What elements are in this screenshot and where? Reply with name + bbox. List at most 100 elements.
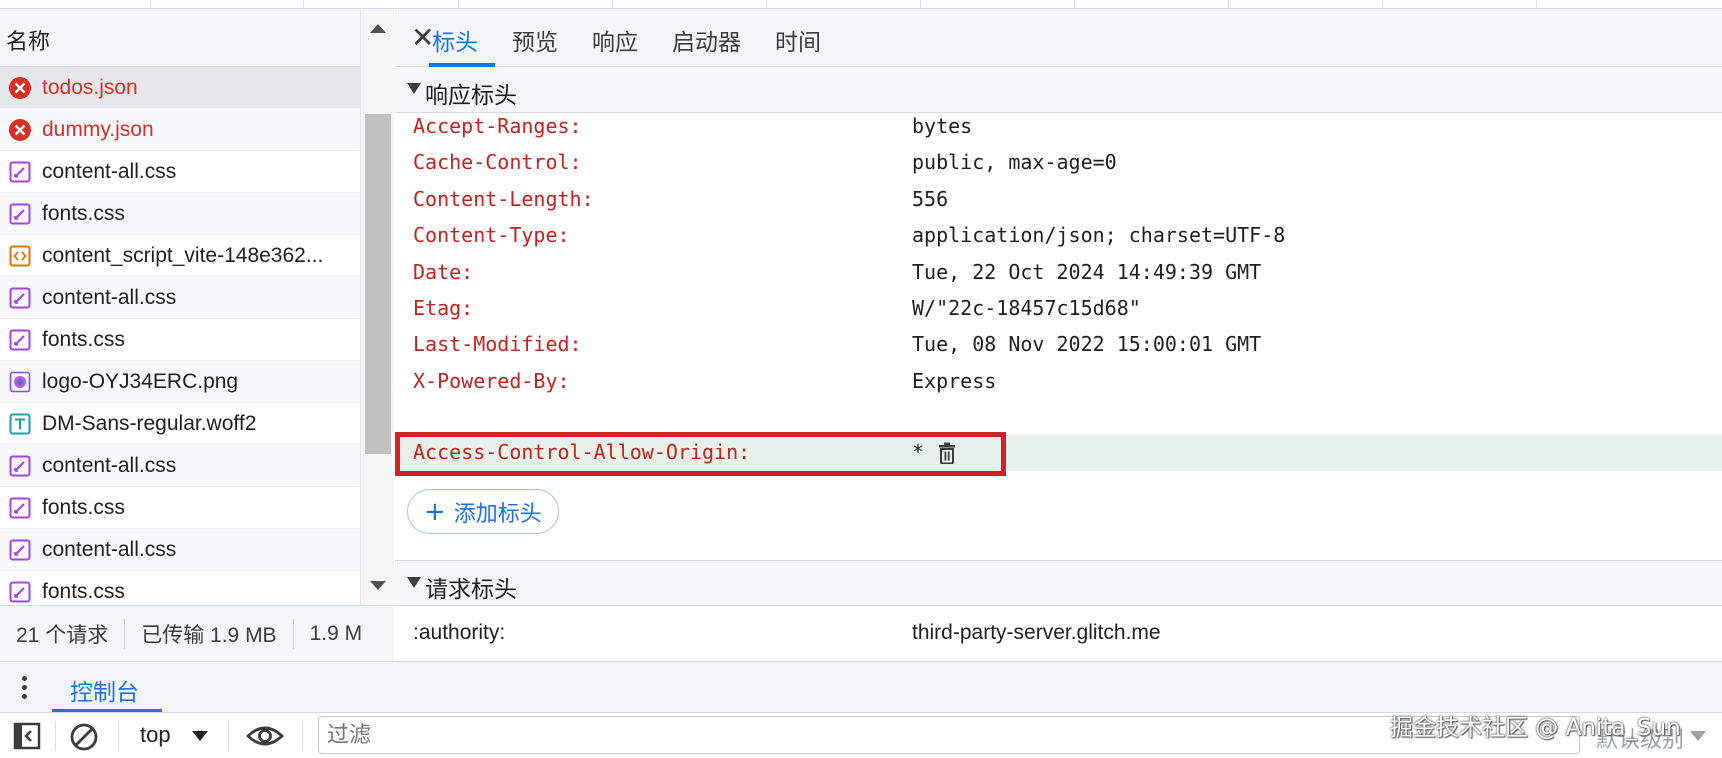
- context-value: top: [140, 722, 171, 747]
- header-name: Cache-Control:: [413, 150, 582, 175]
- response-headers-section[interactable]: 响应标头: [395, 67, 1722, 113]
- image-icon: [8, 370, 32, 394]
- collapse-triangle-icon: [407, 577, 421, 588]
- request-name: content-all.css: [42, 537, 177, 561]
- close-icon[interactable]: ✕: [411, 21, 434, 54]
- header-name: Etag:: [413, 296, 474, 320]
- column-divider: [303, 0, 304, 8]
- request-row[interactable]: logo-OYJ34ERC.png: [0, 361, 360, 403]
- tab-initiator[interactable]: 启动器: [672, 23, 741, 57]
- stylesheet-icon: [8, 328, 32, 352]
- request-row[interactable]: content_script_vite-148e362...: [0, 235, 360, 277]
- scroll-thumb[interactable]: [365, 114, 391, 454]
- chevron-down-icon: [1690, 731, 1706, 741]
- column-divider: [612, 0, 613, 8]
- header-value: application/json; charset=UTF-8: [912, 223, 1286, 248]
- header-value: Tue, 22 Oct 2024 14:49:39 GMT: [912, 259, 1262, 284]
- column-divider: [766, 0, 767, 8]
- stylesheet-icon: [8, 496, 32, 520]
- request-name: fonts.css: [42, 201, 125, 225]
- column-divider: [1228, 0, 1229, 8]
- toolbar-divider: [228, 721, 229, 751]
- stylesheet-icon: [8, 202, 32, 226]
- add-header-label: 添加标头: [453, 501, 542, 527]
- request-name: content-all.css: [42, 453, 177, 477]
- response-header-row: Content-Type: application/json; charset=U…: [395, 218, 1722, 254]
- request-name: content-all.css: [42, 159, 177, 183]
- request-row[interactable]: fonts.css: [0, 193, 360, 235]
- add-header-button[interactable]: + 添加标头: [407, 489, 559, 534]
- request-row[interactable]: content-all.css: [0, 277, 360, 319]
- header-name: Date:: [413, 259, 474, 284]
- tab-console[interactable]: 控制台: [70, 673, 139, 707]
- detail-tabs: ✕ 标头 预览 响应 启动器 时间: [395, 9, 1722, 67]
- more-options-icon[interactable]: [20, 673, 28, 703]
- header-name: Content-Type:: [413, 223, 570, 248]
- header-value: Tue, 08 Nov 2022 15:00:01 GMT: [912, 332, 1262, 357]
- response-header-row: Cache-Control: public, max-age=0: [395, 145, 1722, 181]
- header-name: Accept-Ranges:: [413, 114, 582, 138]
- response-header-row: Etag: W/"22c-18457c15d68": [395, 291, 1722, 327]
- column-divider: [458, 0, 459, 8]
- font-icon: [8, 412, 32, 436]
- plus-icon: +: [424, 496, 446, 527]
- request-count: 21 个请求: [0, 618, 126, 649]
- request-row[interactable]: todos.json: [0, 67, 360, 109]
- tab-preview[interactable]: 预览: [512, 23, 558, 57]
- chevron-down-icon: [192, 731, 208, 741]
- request-row[interactable]: content-all.css: [0, 151, 360, 193]
- drawer-tab-bar: 控制台: [0, 661, 1722, 713]
- request-name: logo-OYJ34ERC.png: [42, 369, 239, 393]
- request-headers-section[interactable]: 请求标头: [395, 560, 1722, 606]
- column-divider: [1536, 0, 1537, 8]
- request-list-scrollbar[interactable]: [360, 9, 394, 605]
- request-row[interactable]: DM-Sans-regular.woff2: [0, 403, 360, 445]
- toolbar-divider: [302, 721, 303, 751]
- request-name: fonts.css: [42, 495, 125, 519]
- column-divider: [920, 0, 921, 8]
- stylesheet-icon: [8, 580, 32, 604]
- tab-timing[interactable]: 时间: [775, 23, 821, 57]
- request-row[interactable]: content-all.css: [0, 445, 360, 487]
- eye-icon[interactable]: [246, 722, 284, 750]
- request-row[interactable]: fonts.css: [0, 487, 360, 529]
- header-name: Content-Length:: [413, 186, 594, 211]
- scroll-up-arrow[interactable]: [370, 24, 386, 33]
- collapse-triangle-icon: [407, 83, 421, 94]
- stylesheet-icon: [8, 538, 32, 562]
- response-headers-title: 响应标头: [425, 83, 517, 109]
- name-column-header[interactable]: 名称: [0, 9, 360, 67]
- response-header-row: X-Powered-By: Express: [395, 364, 1722, 400]
- request-list-panel: 名称 todos.json dummy.json content-all.css fo…: [0, 9, 394, 661]
- request-name: fonts.css: [42, 579, 125, 603]
- response-header-row: Accept-Ranges: bytes: [395, 109, 1722, 145]
- request-name: DM-Sans-regular.woff2: [42, 411, 257, 435]
- tab-response[interactable]: 响应: [592, 23, 638, 57]
- transferred-size: 已传输 1.9 MB: [125, 618, 294, 649]
- request-header-value: third-party-server.glitch.me: [912, 621, 1161, 644]
- error-icon: [8, 76, 32, 100]
- clear-console-icon[interactable]: [69, 722, 99, 752]
- header-value: W/"22c-18457c15d68": [912, 296, 1141, 320]
- request-list: todos.json dummy.json content-all.css fonts…: [0, 67, 360, 613]
- request-header-name: :authority:: [413, 621, 506, 644]
- request-row[interactable]: content-all.css: [0, 529, 360, 571]
- context-selector[interactable]: top: [140, 722, 208, 748]
- request-name: todos.json: [42, 75, 138, 99]
- resources-size: 1.9 M: [309, 621, 363, 645]
- header-name: X-Powered-By:: [413, 368, 570, 393]
- header-value: 556: [912, 186, 949, 211]
- request-row[interactable]: dummy.json: [0, 109, 360, 151]
- tab-headers[interactable]: 标头: [432, 23, 478, 57]
- response-header-row: Last-Modified: Tue, 08 Nov 2022 15:00:01 …: [395, 327, 1722, 363]
- highlight-annotation-box: [395, 432, 1006, 476]
- request-name: dummy.json: [42, 117, 154, 141]
- header-value: bytes: [912, 114, 973, 138]
- header-name: Last-Modified:: [413, 332, 582, 357]
- column-divider: [150, 0, 151, 8]
- scroll-down-arrow[interactable]: [370, 581, 386, 590]
- sidebar-toggle-icon[interactable]: [13, 722, 41, 750]
- request-row[interactable]: fonts.css: [0, 319, 360, 361]
- script-icon: [8, 244, 32, 268]
- request-name: fonts.css: [42, 327, 125, 351]
